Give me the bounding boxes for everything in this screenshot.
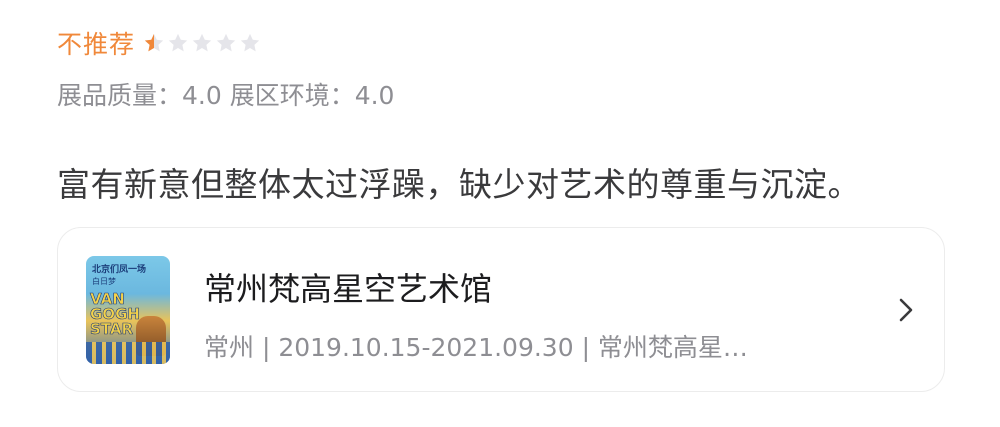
venue-meta: 常州 | 2019.10.15-2021.09.30 | 常州梵高星… [204,333,748,362]
star-icon [167,32,189,54]
star-icon [215,32,237,54]
star-icon [191,32,213,54]
rating-row: 不推荐 [57,26,261,60]
wave-graphic [86,342,170,364]
venue-thumbnail: 北京们凤一场 白日梦 VAN GOGH STAR [86,256,170,364]
chevron-right-icon[interactable] [896,296,916,324]
star-icon [143,32,165,54]
review-text: 富有新意但整体太过浮躁，缺少对艺术的尊重与沉淀。 [57,165,861,204]
thumbnail-line2: 白日梦 [92,277,116,286]
thumbnail-title: VAN GOGH STAR [90,290,141,338]
score-summary: 展品质量：4.0 展区环境：4.0 [57,81,395,110]
rating-label: 不推荐 [57,30,136,59]
star-icon [239,32,261,54]
venue-name: 常州梵高星空艺术馆 [204,270,493,308]
venue-card[interactable]: 北京们凤一场 白日梦 VAN GOGH STAR 常州梵高星空艺术馆 常州 | 20… [57,227,945,392]
star-rating [143,32,261,54]
thumbnail-line1: 北京们凤一场 [92,265,147,275]
